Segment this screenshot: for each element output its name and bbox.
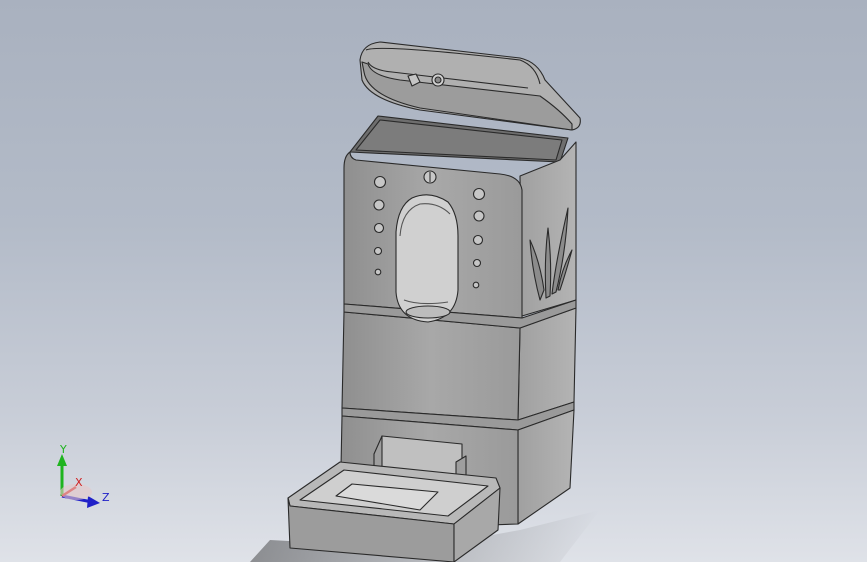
open-lid[interactable]	[359, 41, 581, 131]
graphics-viewport[interactable]: Y X Z	[0, 0, 867, 562]
lower-side-face	[517, 409, 575, 525]
pet-feeder-model[interactable]	[0, 0, 867, 562]
feeder-body	[287, 41, 581, 562]
food-tray[interactable]	[287, 461, 501, 562]
z-axis-label: Z	[102, 491, 110, 504]
x-axis-label: X	[75, 476, 83, 489]
viewing-window	[395, 194, 459, 323]
y-axis-label: Y	[59, 443, 67, 456]
coordinate-triad[interactable]: Y X Z	[48, 440, 118, 512]
z-axis-arrow	[87, 496, 100, 508]
middle-front-face	[341, 311, 521, 421]
